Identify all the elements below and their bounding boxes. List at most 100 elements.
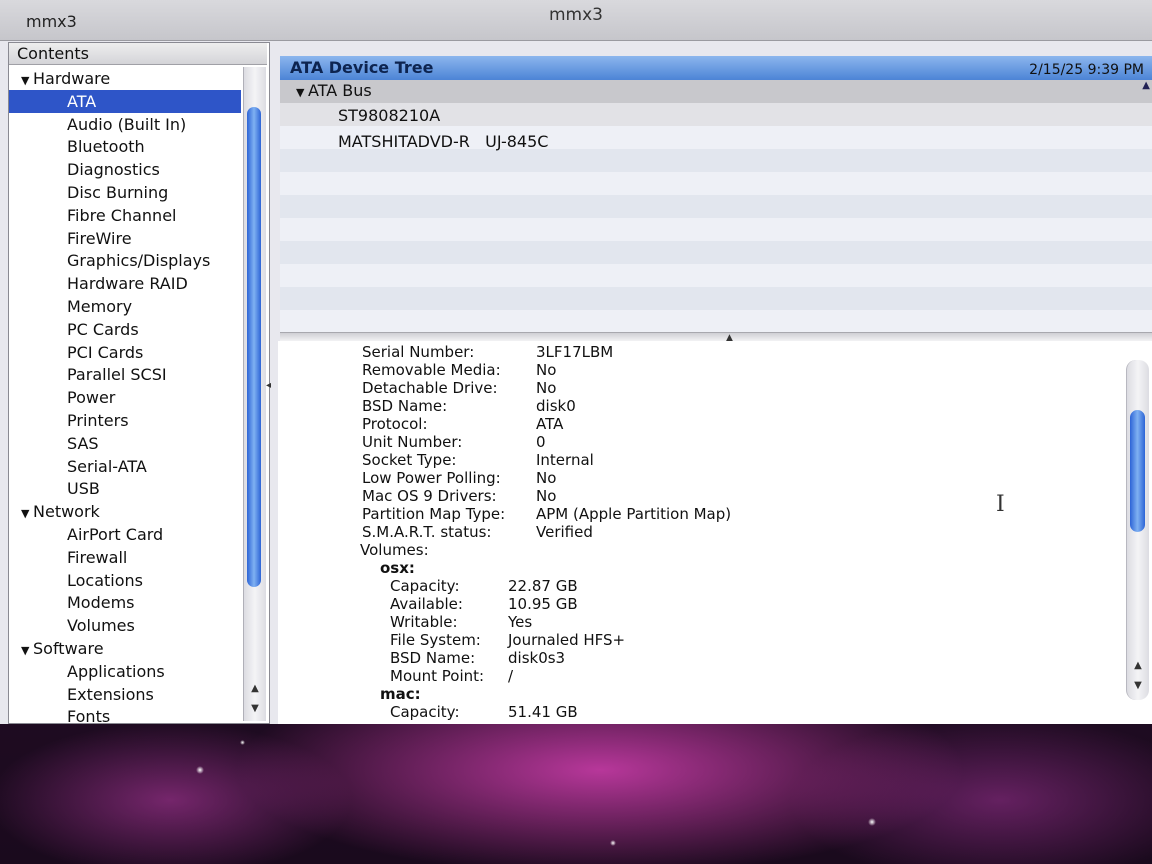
detail-label: S.M.A.R.T. status: — [362, 523, 492, 541]
sidebar-list: ▼ Hardware ATA Audio (Built In) Bluetooth Dia… — [9, 67, 241, 723]
sidebar-item-label: SAS — [67, 433, 99, 453]
sidebar-item-memory[interactable]: Memory — [9, 295, 241, 318]
sidebar-item-sas[interactable]: SAS — [9, 432, 241, 455]
sidebar-item-label: Parallel SCSI — [67, 365, 167, 385]
wallpaper-sparkle — [610, 840, 616, 846]
tree-row-device[interactable]: ST9808210A — [338, 106, 440, 125]
sidebar-item-applications[interactable]: Applications — [9, 660, 241, 683]
sidebar-item-parallel-scsi[interactable]: Parallel SCSI — [9, 363, 241, 386]
sidebar-item-airport-card[interactable]: AirPort Card — [9, 523, 241, 546]
detail-label: Mac OS 9 Drivers: — [362, 487, 497, 505]
sidebar-item-label: Diagnostics — [67, 160, 160, 180]
text-cursor-icon: I — [996, 492, 1005, 517]
sidebar-item-modems[interactable]: Modems — [9, 591, 241, 614]
disclosure-triangle-icon[interactable]: ▼ — [296, 86, 308, 99]
sidebar-item-label: USB — [67, 479, 100, 499]
disclosure-triangle-icon[interactable]: ▼ — [21, 639, 33, 662]
sidebar-item-network[interactable]: ▼ Network — [9, 500, 241, 523]
sidebar-header[interactable]: Contents — [9, 43, 267, 65]
detail-value: No — [536, 487, 557, 505]
sidebar-item-volumes[interactable]: Volumes — [9, 614, 241, 637]
sidebar-item-label: Hardware RAID — [67, 274, 188, 294]
sidebar-item-software[interactable]: ▼ Software — [9, 637, 241, 660]
sidebar-item-label: Serial-ATA — [67, 456, 147, 476]
sidebar-item-printers[interactable]: Printers — [9, 409, 241, 432]
sidebar-item-firewall[interactable]: Firewall — [9, 546, 241, 569]
scroll-up-arrow-icon[interactable]: ▲ — [1127, 660, 1149, 676]
sidebar-item-fonts[interactable]: Fonts — [9, 705, 241, 723]
sidebar-item-label: PCI Cards — [67, 342, 144, 362]
sidebar-item-disc-burning[interactable]: Disc Burning — [9, 181, 241, 204]
wallpaper-sparkle — [868, 818, 876, 826]
sidebar-item-hardware-raid[interactable]: Hardware RAID — [9, 272, 241, 295]
detail-value: 22.87 GB — [508, 577, 578, 595]
sidebar-item-serial-ata[interactable]: Serial-ATA — [9, 455, 241, 478]
sidebar-item-label: Software — [33, 639, 104, 658]
detail-value: 51.41 GB — [508, 703, 578, 721]
sidebar-item-label: FireWire — [67, 228, 132, 248]
detail-value: APM (Apple Partition Map) — [536, 505, 732, 523]
sidebar-item-audio-built-in[interactable]: Audio (Built In) — [9, 113, 241, 136]
detail-label: Serial Number: — [362, 343, 475, 361]
wallpaper-sparkle — [240, 740, 245, 745]
sidebar-item-label: Extensions — [67, 684, 154, 704]
tree-row-ata-bus[interactable]: ▼ ATA Bus — [296, 81, 372, 100]
detail-value: Verified — [536, 523, 593, 541]
sidebar-item-firewire[interactable]: FireWire — [9, 227, 241, 250]
scroll-up-arrow-icon[interactable]: ▲ — [244, 683, 266, 699]
sidebar-item-label: PC Cards — [67, 319, 139, 339]
disclosure-triangle-icon[interactable]: ▼ — [21, 69, 33, 92]
contents-sidebar: Contents ▼ Hardware ATA Audio (Built In) Blu… — [8, 42, 270, 724]
sidebar-scroll-thumb[interactable] — [247, 107, 261, 587]
sidebar-item-label: Modems — [67, 593, 135, 613]
volumes-label: Volumes: — [360, 541, 429, 559]
device-tree-header: ATA Device Tree 2/15/25 9:39 PM — [280, 56, 1152, 81]
sidebar-item-graphics-displays[interactable]: Graphics/Displays — [9, 249, 241, 272]
wallpaper-sparkle — [196, 766, 204, 774]
detail-value: No — [536, 379, 557, 397]
scroll-down-arrow-icon[interactable]: ▼ — [1127, 680, 1149, 696]
sidebar-item-label: AirPort Card — [67, 525, 164, 544]
sidebar-item-label: Disc Burning — [67, 183, 169, 202]
detail-label: Partition Map Type: — [362, 505, 506, 523]
details-pane: Serial Number: 3LF17LBM Removable Media: No… — [278, 341, 1152, 724]
sidebar-item-hardware[interactable]: ▼ Hardware — [9, 67, 241, 90]
sidebar-item-label: Fibre Channel — [67, 205, 177, 225]
sidebar-item-fibre-channel[interactable]: Fibre Channel — [9, 204, 241, 227]
sidebar-item-power[interactable]: Power — [9, 386, 241, 409]
detail-value: No — [536, 469, 557, 487]
volume-name: osx: — [380, 559, 415, 577]
tree-row-device[interactable]: MATSHITADVD-R UJ-845C — [338, 132, 548, 151]
timestamp: 2/15/25 9:39 PM — [1029, 62, 1144, 78]
sidebar-item-label: Graphics/Displays — [67, 251, 211, 271]
detail-value: Journaled HFS+ — [508, 631, 626, 649]
sidebar-item-label: Applications — [67, 661, 165, 681]
sidebar-item-label: ATA — [67, 91, 97, 111]
sidebar-item-bluetooth[interactable]: Bluetooth — [9, 135, 241, 158]
detail-label: Protocol: — [362, 415, 428, 433]
detail-value: 0 — [536, 433, 546, 451]
detail-value: Yes — [508, 613, 533, 631]
sidebar-item-pc-cards[interactable]: PC Cards — [9, 318, 241, 341]
sidebar-item-label: Firewall — [67, 547, 128, 567]
sidebar-item-diagnostics[interactable]: Diagnostics — [9, 158, 241, 181]
sidebar-item-ata[interactable]: ATA — [9, 89, 241, 113]
sidebar-item-label: Audio (Built In) — [67, 114, 187, 134]
sidebar-scrollbar[interactable]: ▲ ▼ — [243, 67, 266, 721]
details-scroll-thumb[interactable] — [1130, 410, 1145, 532]
sidebar-item-label: Hardware — [33, 69, 111, 88]
detail-value: disk0 — [536, 397, 576, 415]
scroll-down-arrow-icon[interactable]: ▼ — [244, 703, 266, 719]
sidebar-item-label: Fonts — [67, 707, 111, 723]
sidebar-item-extensions[interactable]: Extensions — [9, 683, 241, 706]
sidebar-item-usb[interactable]: USB — [9, 477, 241, 500]
disclosure-triangle-icon[interactable]: ▼ — [21, 502, 33, 525]
sidebar-item-label: Network — [33, 502, 100, 522]
details-scrollbar[interactable]: ▲ ▼ — [1126, 360, 1149, 700]
sidebar-item-label: Power — [67, 388, 116, 408]
sidebar-item-locations[interactable]: Locations — [9, 569, 241, 592]
title-bar[interactable]: mmx3 mmx3 — [0, 0, 1152, 41]
sidebar-item-pci-cards[interactable]: PCI Cards — [9, 341, 241, 364]
device-tree-title: ATA Device Tree — [290, 58, 434, 77]
scroll-up-arrow-icon[interactable]: ▲ — [1142, 80, 1150, 91]
